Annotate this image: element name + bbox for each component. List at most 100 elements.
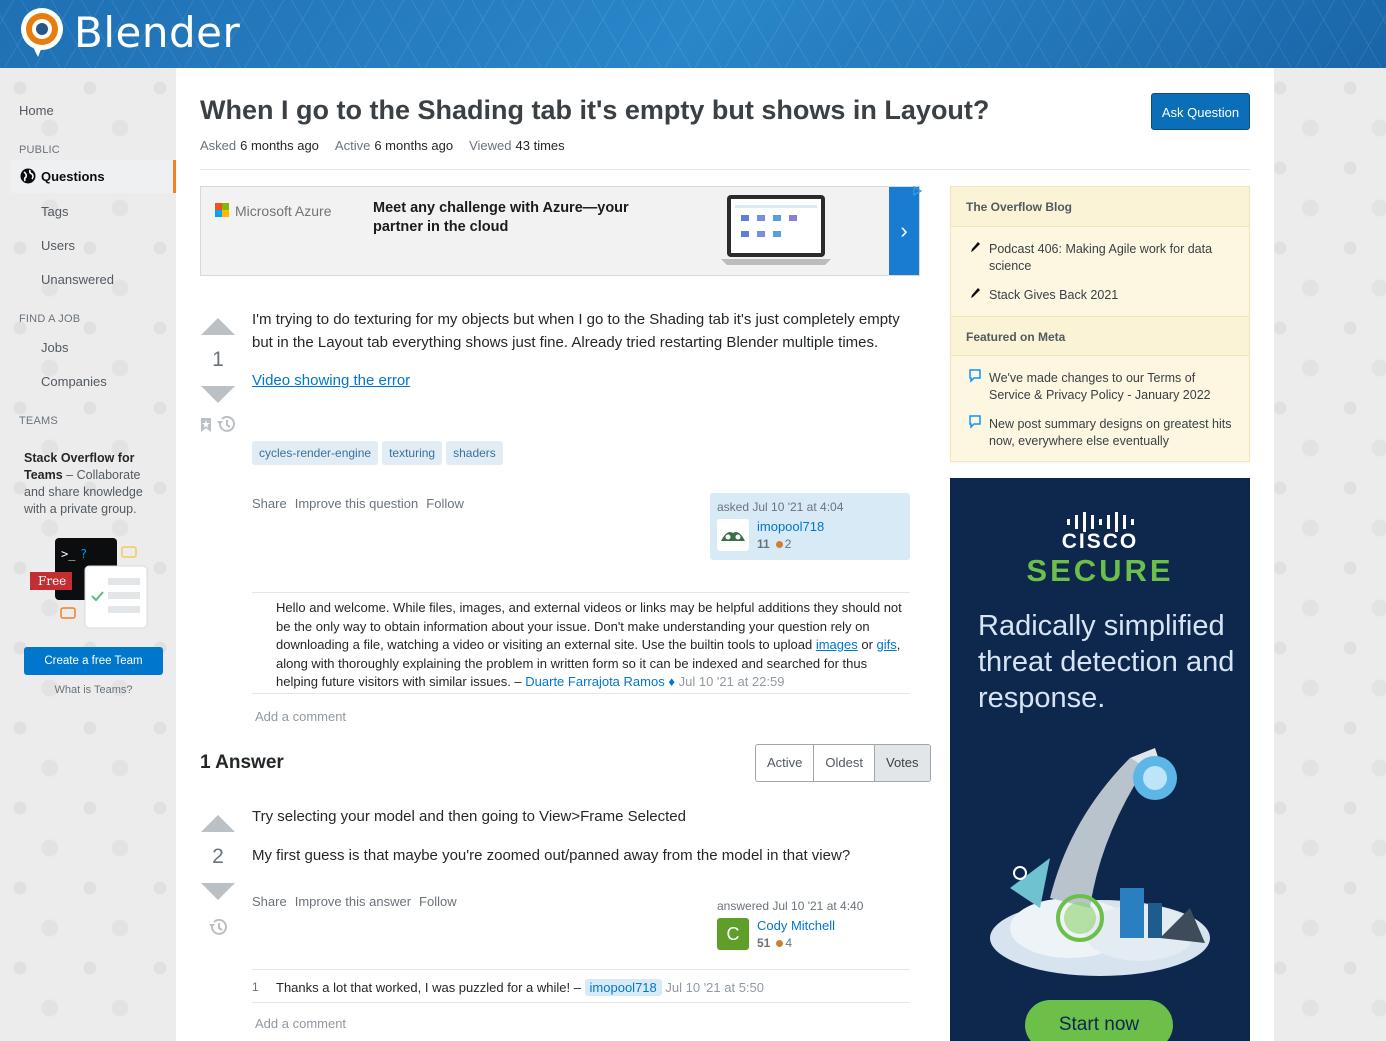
meta-active: Active 6 months ago [334,138,454,153]
nav-jobs[interactable]: Jobs [41,340,68,355]
sort-active[interactable]: Active [756,745,815,781]
answerer-user-card: answered Jul 10 '21 at 4:40 C Cody Mitch… [710,892,910,959]
blog-item-2[interactable]: Stack Gives Back 2021 [989,287,1234,304]
answer-comment: Thanks a lot that worked, I was puzzled … [276,979,765,996]
question-video-link[interactable]: Video showing the error [252,372,410,389]
meta-asked: Asked 6 months ago [200,138,319,153]
moderator-diamond-icon: ♦ [668,674,675,689]
asked-timestamp: asked Jul 10 '21 at 4:04 [717,500,844,514]
cisco-bars-icon [1067,512,1134,532]
chat-bubble-icon [969,415,981,429]
teams-promo-text: Stack Overflow for Teams – Collaborate a… [24,450,154,518]
blog-item-1[interactable]: Podcast 406: Making Agile work for data … [989,241,1234,275]
meta-heading: Featured on Meta [951,316,1249,356]
overflow-blog-widget: The Overflow Blog Podcast 406: Making Ag… [950,186,1250,462]
answer-sort-tabs: Active Oldest Votes [755,744,931,782]
site-logo[interactable]: Blender [18,7,240,59]
nav-companies[interactable]: Companies [41,374,107,389]
downvote-button[interactable] [201,386,235,403]
answer-post-menu: Share Improve this answer Follow [252,894,457,909]
start-now-button[interactable]: Start now [1025,1000,1173,1041]
tag-cycles-render-engine[interactable]: cycles-render-engine [252,441,379,465]
question-vote-count: 1 [212,348,224,371]
question-meta: Asked 6 months ago Active 6 months ago Vie… [200,138,565,153]
answer-comment-date: Jul 10 '21 at 5:50 [665,980,765,995]
tag-texturing[interactable]: texturing [382,441,443,465]
question-post-menu: Share Improve this question Follow [252,496,464,511]
answerer-avatar[interactable]: C [717,918,749,950]
improve-answer-link[interactable]: Improve this answer [295,894,411,909]
ask-question-button[interactable]: Ask Question [1151,93,1250,130]
answer-add-comment-link[interactable]: Add a comment [255,1016,346,1031]
nav-tags[interactable]: Tags [41,204,68,219]
nav-unanswered[interactable]: Unanswered [41,272,114,287]
answer-upvote-button[interactable] [201,815,235,832]
share-link[interactable]: Share [252,496,287,511]
add-comment-link[interactable]: Add a comment [255,709,346,724]
sort-oldest[interactable]: Oldest [814,745,875,781]
comment-author[interactable]: Duarte Farrajota Ramos [525,674,664,689]
chat-bubble-icon [969,369,981,383]
comment-bottom-divider [252,693,910,694]
question-body: I'm trying to do texturing for my object… [252,309,902,393]
meta-item-2[interactable]: New post summary designs on greatest hit… [989,416,1234,450]
question-tags: cycles-render-engine texturing shaders [252,441,507,465]
cisco-tagline: Radically simplified threat detection an… [978,610,1235,714]
blender-logo-icon [21,8,63,57]
cisco-ad[interactable]: CISCO SECURE Radically simplified threat… [950,478,1250,1041]
nav-section-teams: TEAMS [19,415,58,427]
meta-item-1[interactable]: We've made changes to our Terms of Servi… [989,370,1234,404]
asker-username[interactable]: imopool718 [757,519,824,534]
svg-text:Free: Free [38,574,66,588]
nav-questions[interactable]: Questions [11,160,176,193]
user-avatar[interactable] [717,519,749,551]
blog-heading: The Overflow Blog [951,187,1249,227]
sort-votes[interactable]: Votes [874,745,930,781]
question-title[interactable]: When I go to the Shading tab it's empty … [200,95,989,126]
question-comment: Hello and welcome. While files, images, … [276,600,902,689]
follow-link[interactable]: Follow [426,496,464,511]
answerer-reputation: 51 4 [757,936,793,950]
question-body-text: I'm trying to do texturing for my object… [252,311,900,351]
improve-question-link[interactable]: Improve this question [295,496,419,511]
bookmark-icon[interactable] [200,417,212,433]
nav-section-public: PUBLIC [19,144,60,156]
laptop-icon [721,195,831,265]
adchoices-icon[interactable] [912,186,922,196]
question-vote-cell: 1 [200,318,236,436]
ad-brand: Microsoft Azure [235,203,332,219]
answer-body: Try selecting your model and then going … [252,806,902,867]
nav-questions-label: Questions [41,169,105,184]
nav-home[interactable]: Home [19,103,54,118]
answer-line-1: Try selecting your model and then going … [252,808,686,825]
answer-comment-author[interactable]: imopool718 [584,979,662,996]
pencil-icon [971,288,980,298]
comments-divider [252,592,910,593]
images-link[interactable]: images [816,637,858,652]
teams-illustration-icon: >_ ? Free [30,538,148,629]
what-is-teams-link[interactable]: What is Teams? [24,684,163,696]
history-icon[interactable] [216,415,236,433]
meta-viewed: Viewed 43 times [469,138,565,153]
answer-history-icon[interactable] [208,918,228,936]
svg-text:>_: >_ [61,547,76,561]
ad-next-arrow[interactable]: › [889,187,919,275]
tag-shaders[interactable]: shaders [446,441,503,465]
answer-vote-count: 2 [212,845,224,868]
create-team-button[interactable]: Create a free Team [24,647,163,675]
answered-timestamp: answered Jul 10 '21 at 4:40 [717,899,864,913]
left-sidebar: Home PUBLIC Questions Tags Users Unanswe… [0,68,176,1041]
nav-users[interactable]: Users [41,238,75,253]
answer-comment-bottom-divider [252,1002,910,1003]
answer-vote-cell: 2 [200,815,236,939]
answer-downvote-button[interactable] [201,883,235,900]
nav-section-find-job: FIND A JOB [19,313,81,325]
answer-share-link[interactable]: Share [252,894,287,909]
gifs-link[interactable]: gifs [877,637,897,652]
globe-icon [20,168,36,184]
answer-comment-score: 1 [252,980,259,994]
upvote-button[interactable] [201,318,235,335]
azure-ad[interactable]: Microsoft Azure Meet any challenge with … [200,186,922,276]
answer-follow-link[interactable]: Follow [419,894,457,909]
answerer-username[interactable]: Cody Mitchell [757,918,835,933]
